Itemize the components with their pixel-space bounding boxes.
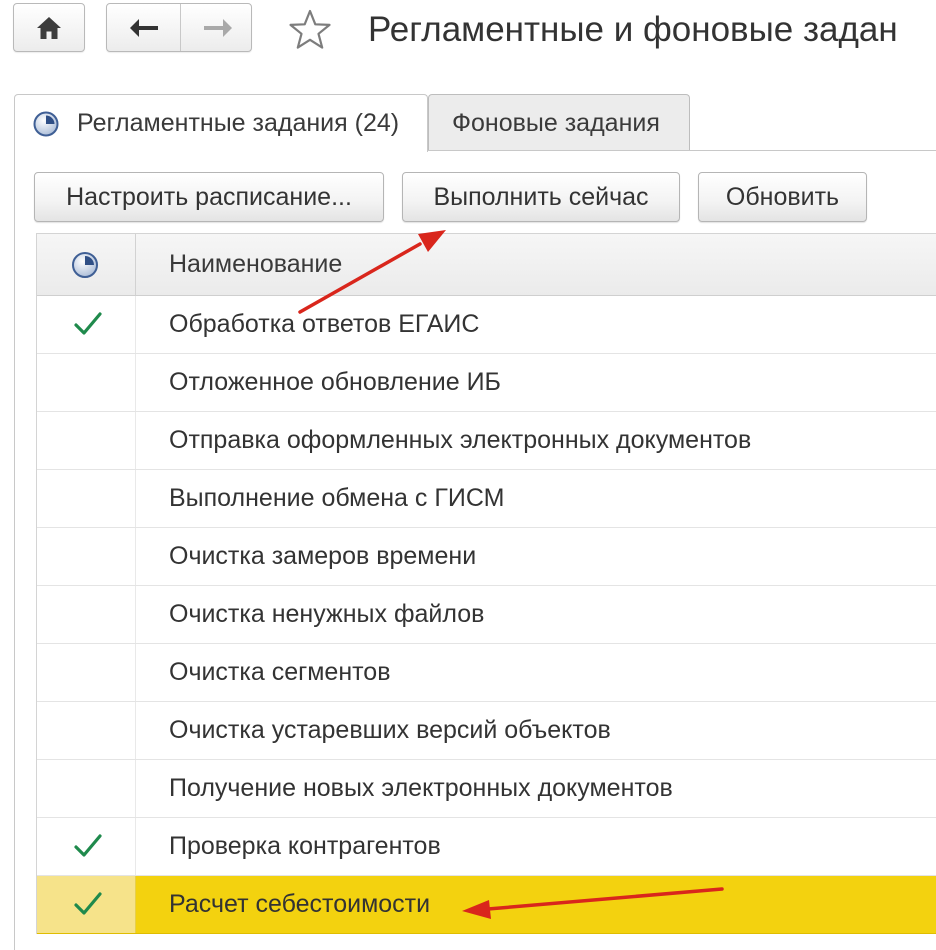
back-button[interactable] bbox=[107, 4, 180, 51]
job-name: Очистка ненужных файлов bbox=[169, 600, 485, 628]
checkmark-icon bbox=[74, 892, 102, 915]
status-cell[interactable] bbox=[37, 412, 136, 469]
tab-label: Регламентные задания (24) bbox=[77, 109, 400, 137]
table-row[interactable]: Очистка устаревших версий объектов bbox=[37, 702, 936, 760]
table-header: Наименование bbox=[37, 234, 936, 296]
job-name: Очистка устаревших версий объектов bbox=[169, 716, 611, 744]
clock-icon bbox=[72, 252, 98, 278]
job-name: Выполнение обмена с ГИСМ bbox=[169, 484, 505, 512]
history-nav bbox=[106, 3, 252, 52]
job-name: Очистка сегментов bbox=[169, 658, 391, 686]
job-name: Отправка оформленных электронных докумен… bbox=[169, 426, 752, 454]
forward-button[interactable] bbox=[181, 4, 254, 51]
table-row[interactable]: Отправка оформленных электронных докумен… bbox=[37, 412, 936, 470]
arrow-left-icon bbox=[129, 18, 158, 37]
star-icon[interactable] bbox=[288, 8, 332, 52]
table-row[interactable]: Очистка сегментов bbox=[37, 644, 936, 702]
status-column-header[interactable] bbox=[37, 234, 136, 295]
clock-icon bbox=[33, 111, 59, 137]
table-row[interactable]: Получение новых электронных документов bbox=[37, 760, 936, 818]
status-cell[interactable] bbox=[37, 296, 136, 353]
arrow-right-icon bbox=[203, 18, 232, 37]
configure-schedule-button[interactable]: Настроить расписание... bbox=[34, 172, 384, 222]
table-row[interactable]: Выполнение обмена с ГИСМ bbox=[37, 470, 936, 528]
refresh-button[interactable]: Обновить bbox=[698, 172, 867, 222]
home-icon bbox=[37, 16, 61, 39]
table-row[interactable]: Очистка ненужных файлов bbox=[37, 586, 936, 644]
table-row[interactable]: Расчет себестоимости bbox=[37, 876, 936, 934]
status-cell[interactable] bbox=[37, 354, 136, 411]
name-column-header[interactable]: Наименование bbox=[169, 250, 342, 279]
status-cell[interactable] bbox=[37, 470, 136, 527]
job-name: Обработка ответов ЕГАИС bbox=[169, 310, 480, 338]
status-cell[interactable] bbox=[37, 644, 136, 701]
table-row[interactable]: Обработка ответов ЕГАИС bbox=[37, 296, 936, 354]
run-now-button[interactable]: Выполнить сейчас bbox=[402, 172, 680, 222]
tab-background-jobs[interactable]: Фоновые задания bbox=[428, 94, 690, 150]
status-cell[interactable] bbox=[37, 760, 136, 817]
job-name: Отложенное обновление ИБ bbox=[169, 368, 501, 396]
job-name: Получение новых электронных документов bbox=[169, 774, 673, 802]
status-cell[interactable] bbox=[37, 818, 136, 875]
tab-scheduled-jobs[interactable]: Регламентные задания (24) bbox=[14, 94, 428, 152]
status-cell[interactable] bbox=[37, 586, 136, 643]
checkmark-icon bbox=[74, 834, 102, 857]
status-cell[interactable] bbox=[37, 702, 136, 759]
page-title: Регламентные и фоновые задан bbox=[368, 10, 898, 49]
table-body: Обработка ответов ЕГАИС Отложенное обновл… bbox=[37, 296, 936, 934]
table-row[interactable]: Отложенное обновление ИБ bbox=[37, 354, 936, 412]
home-button[interactable] bbox=[13, 3, 85, 52]
status-cell[interactable] bbox=[37, 528, 136, 585]
tab-label: Фоновые задания bbox=[452, 109, 660, 137]
checkmark-icon bbox=[74, 312, 102, 335]
job-name: Очистка замеров времени bbox=[169, 542, 477, 570]
jobs-table: Наименование Обработка ответов ЕГАИС Отло… bbox=[36, 233, 936, 934]
status-cell[interactable] bbox=[37, 876, 136, 933]
job-name: Проверка контрагентов bbox=[169, 832, 441, 860]
job-name: Расчет себестоимости bbox=[169, 890, 431, 918]
table-row[interactable]: Очистка замеров времени bbox=[37, 528, 936, 586]
table-row[interactable]: Проверка контрагентов bbox=[37, 818, 936, 876]
